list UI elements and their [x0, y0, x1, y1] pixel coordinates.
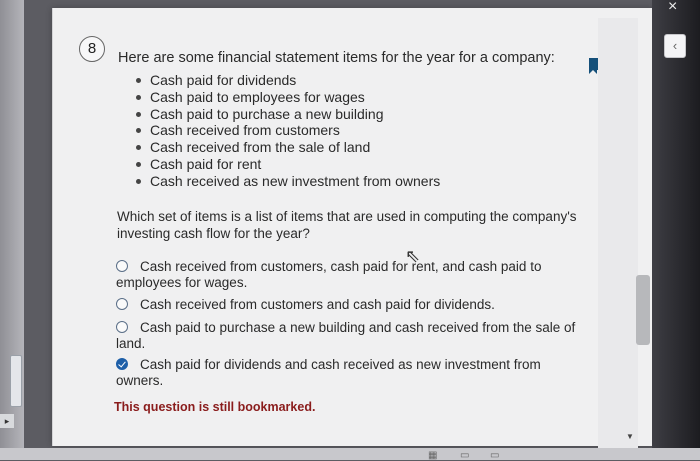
answer-option-c[interactable]: Cash paid to purchase a new building and…: [116, 320, 586, 352]
list-item: Cash received from the sale of land: [132, 139, 440, 156]
scroll-down-icon[interactable]: ▼: [626, 432, 634, 441]
close-icon[interactable]: ×: [668, 0, 677, 16]
left-scroll-strip[interactable]: [10, 355, 22, 407]
list-item: Cash paid for rent: [132, 156, 440, 173]
bullet-icon: [136, 78, 141, 83]
question-number-badge: 8: [79, 36, 105, 62]
bullet-icon: [136, 111, 141, 117]
answer-option-d[interactable]: Cash paid for dividends and cash receive…: [116, 357, 586, 389]
tray-icon[interactable]: ▭: [460, 450, 469, 461]
radio-button[interactable]: [116, 260, 128, 272]
radio-button-checked[interactable]: [116, 358, 128, 370]
bullet-icon: [136, 178, 141, 184]
bullet-icon: [136, 145, 141, 151]
list-item: Cash received as new investment from own…: [132, 173, 440, 190]
bookmark-icon[interactable]: [589, 58, 598, 74]
scrollbar-thumb[interactable]: [636, 275, 650, 345]
grid-icon[interactable]: ▦: [428, 450, 437, 461]
taskbar: [0, 448, 700, 460]
question-prompt: Here are some financial statement items …: [118, 50, 555, 66]
bullet-icon: [136, 161, 141, 167]
left-arrow-icon[interactable]: ▸: [0, 414, 14, 428]
collapse-panel-button[interactable]: ‹: [664, 34, 686, 58]
radio-button[interactable]: [116, 298, 128, 310]
list-item: Cash paid for dividends: [132, 72, 440, 89]
item-list: Cash paid for dividends Cash paid to emp…: [132, 72, 440, 190]
bookmark-status: This question is still bookmarked.: [114, 400, 316, 414]
list-item: Cash paid to purchase a new building: [132, 106, 440, 123]
question-text: Which set of items is a list of items th…: [117, 209, 577, 241]
scroll-track: [598, 18, 638, 450]
answer-option-a[interactable]: Cash received from customers, cash paid …: [116, 259, 586, 291]
radio-button[interactable]: [116, 321, 128, 333]
answer-option-b[interactable]: Cash received from customers and cash pa…: [116, 297, 586, 313]
bullet-icon: [136, 128, 141, 134]
bullet-icon: [136, 94, 141, 100]
tray-icon[interactable]: ▭: [490, 450, 499, 461]
list-item: Cash received from customers: [132, 122, 440, 139]
list-item: Cash paid to employees for wages: [132, 89, 440, 106]
right-window-edge: [652, 0, 700, 460]
